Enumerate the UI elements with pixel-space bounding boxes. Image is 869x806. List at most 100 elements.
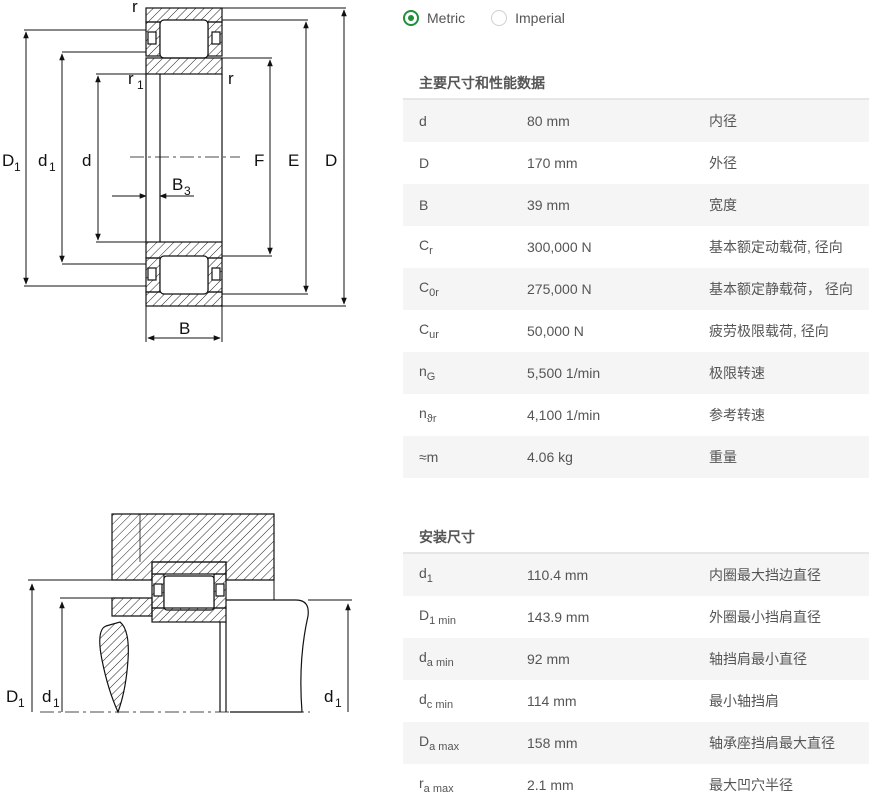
table-row: ≈m 4.06 kg 重量 — [403, 436, 869, 478]
symbol-cell: Da max — [403, 733, 527, 753]
symbol: C — [419, 237, 430, 253]
description-cell: 内径 — [709, 113, 737, 129]
value-cell: 158 mm — [527, 735, 578, 751]
label-F: F — [254, 151, 264, 170]
imperial-radio[interactable]: Imperial — [491, 10, 565, 26]
table-row: Cr 300,000 N 基本额定动载荷, 径向 — [403, 226, 869, 268]
description-cell: 外径 — [709, 155, 737, 171]
main-specs-title: 主要尺寸和性能数据 — [403, 68, 869, 100]
symbol-cell: Cr — [403, 237, 527, 257]
description-cell: 轴挡肩最小直径 — [709, 651, 807, 667]
value-cell: 300,000 N — [527, 239, 592, 255]
symbol-cell: dc min — [403, 691, 527, 711]
label-r-right: r — [228, 69, 234, 88]
label-B: B — [179, 319, 190, 338]
symbol: D — [419, 733, 430, 749]
table-row: ra max 2.1 mm 最大凹穴半径 — [403, 764, 869, 806]
symbol-cell: ≈m — [403, 449, 527, 465]
value-cell: 170 mm — [527, 155, 578, 171]
value-cell: 114 mm — [527, 693, 577, 709]
symbol-cell: B — [403, 197, 527, 213]
table-row: C0r 275,000 N 基本额定静载荷， 径向 — [403, 268, 869, 310]
radio-unselected-icon — [491, 10, 508, 26]
metric-radio[interactable]: Metric — [403, 10, 465, 26]
symbol-cell: d — [403, 113, 527, 129]
table-row: D 170 mm 外径 — [403, 142, 869, 184]
main-specs-table: d 80 mm 内径 D 170 mm 外径 B 39 mm 宽度 Cr 300,000 N 基本额定… — [403, 100, 869, 478]
symbol-subscript: G — [426, 371, 436, 383]
symbol-subscript: 0r — [429, 287, 439, 299]
description-cell: 重量 — [709, 449, 737, 465]
symbol: n — [419, 405, 427, 421]
mounting-section-table: 安装尺寸 d1 110.4 mm 内圈最大挡边直径 D1 min 143.9 mm 外圈最… — [403, 522, 869, 806]
dimension-labels-bottom: D 1 d 1 d 1 — [6, 687, 342, 710]
table-row: D1 min 143.9 mm 外圈最小挡肩直径 — [403, 596, 869, 638]
description-cell: 基本额定动载荷, 径向 — [709, 239, 843, 255]
value-cell: 4.06 kg — [527, 449, 573, 465]
label-bottom-d1-left: d — [42, 687, 51, 706]
table-row: da min 92 mm 轴挡肩最小直径 — [403, 638, 869, 680]
symbol-subscript: ur — [429, 329, 439, 341]
symbol-cell: d1 — [403, 565, 527, 585]
description-cell: 最小轴挡肩 — [709, 693, 779, 709]
mounting-table: d1 110.4 mm 内圈最大挡边直径 D1 min 143.9 mm 外圈最小挡肩直径… — [403, 554, 869, 806]
mounting-title: 安装尺寸 — [403, 522, 869, 554]
label-D1: D — [2, 151, 14, 170]
table-row: d1 110.4 mm 内圈最大挡边直径 — [403, 554, 869, 596]
symbol: D — [419, 607, 430, 623]
label-bottom-D1: D — [6, 687, 18, 706]
description-cell: 极限转速 — [709, 365, 765, 381]
label-bottom-d1-right-sub: 1 — [335, 696, 342, 710]
value-cell: 275,000 N — [527, 281, 592, 297]
label-D1-sub: 1 — [14, 160, 21, 174]
table-row: Da max 158 mm 轴承座挡肩最大直径 — [403, 722, 869, 764]
symbol: C — [419, 321, 430, 337]
label-bottom-d1-right: d — [324, 687, 333, 706]
symbol-cell: nϑr — [403, 405, 527, 425]
symbol: d — [419, 691, 427, 707]
symbol-cell: D — [403, 155, 527, 171]
symbol-subscript: c min — [426, 699, 454, 711]
table-row: Cur 50,000 N 疲劳极限载荷, 径向 — [403, 310, 869, 352]
value-cell: 143.9 mm — [527, 609, 590, 625]
description-cell: 外圈最小挡肩直径 — [709, 609, 821, 625]
label-d1-sub: 1 — [49, 160, 56, 174]
value-cell: 5,500 1/min — [527, 365, 601, 381]
value-cell: 80 mm — [527, 113, 570, 129]
symbol: B — [419, 197, 429, 213]
value-cell: 4,100 1/min — [527, 407, 601, 423]
label-B3: B — [172, 175, 183, 194]
description-cell: 宽度 — [709, 197, 737, 213]
label-B3-sub: 3 — [184, 184, 191, 198]
label-bottom-D1-sub: 1 — [18, 696, 25, 710]
imperial-label: Imperial — [515, 10, 565, 26]
symbol: ≈m — [419, 449, 439, 465]
label-bottom-d1-left-sub: 1 — [53, 696, 60, 710]
label-E: E — [288, 151, 299, 170]
symbol-cell: nG — [403, 363, 527, 383]
symbol-subscript: 1 — [426, 573, 433, 585]
symbol: C — [419, 279, 430, 295]
label-r1: r — [128, 69, 134, 88]
symbol: n — [419, 363, 427, 379]
symbol-subscript: r — [429, 245, 433, 257]
description-cell: 轴承座挡肩最大直径 — [709, 735, 835, 751]
symbol-cell: D1 min — [403, 607, 527, 627]
value-cell: 2.1 mm — [527, 777, 574, 793]
label-d: d — [82, 151, 91, 170]
label-D: D — [325, 151, 337, 170]
bearing-diagrams: r r 1 r D 1 d 1 d B 3 F E D B D 1 d 1 d … — [2, 0, 352, 714]
mounting-section — [28, 513, 352, 714]
value-cell: 110.4 mm — [527, 567, 589, 583]
value-cell: 39 mm — [527, 197, 570, 213]
table-row: dc min 114 mm 最小轴挡肩 — [403, 680, 869, 722]
symbol-subscript: a min — [426, 657, 454, 669]
table-row: nG 5,500 1/min 极限转速 — [403, 352, 869, 394]
table-row: nϑr 4,100 1/min 参考转速 — [403, 394, 869, 436]
symbol: D — [419, 155, 430, 171]
description-cell: 基本额定静载荷， 径向 — [709, 281, 853, 297]
table-row: d 80 mm 内径 — [403, 100, 869, 142]
label-r-top: r — [132, 0, 138, 16]
unit-toggle: Metric Imperial — [403, 8, 591, 28]
symbol-cell: ra max — [403, 775, 527, 795]
